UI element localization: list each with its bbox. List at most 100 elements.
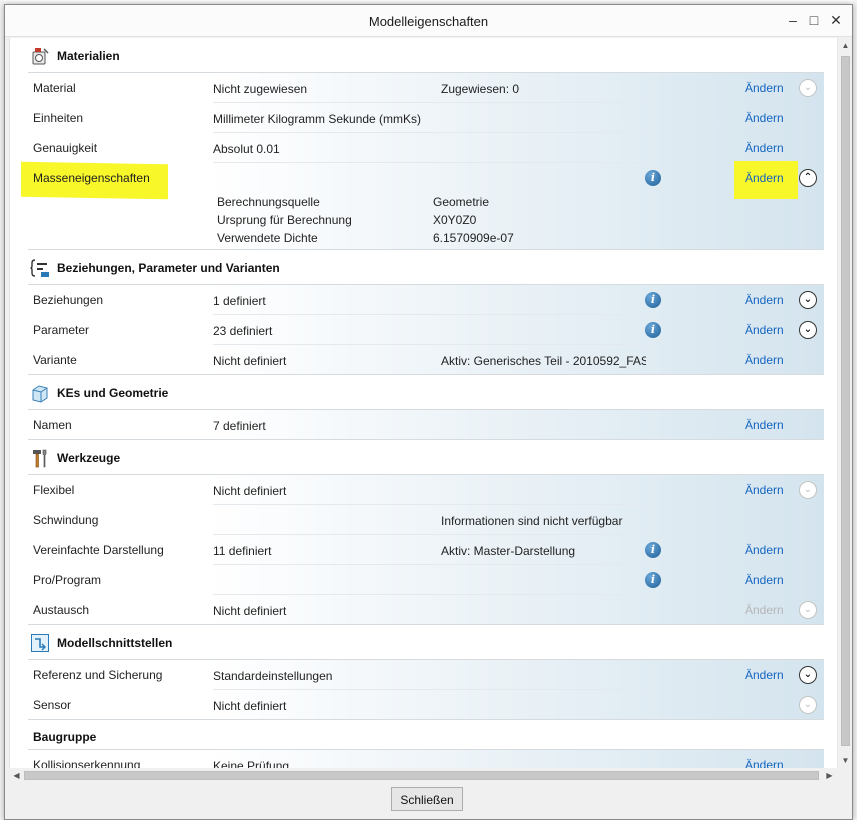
window-title: Modelleigenschaften	[368, 14, 489, 29]
vertical-scrollbar[interactable]: ▲ ▼	[837, 38, 852, 768]
features-icon	[32, 385, 48, 403]
row-value: Nicht definiert	[213, 699, 287, 713]
close-window-button[interactable]: ✕	[827, 12, 845, 28]
section-title: Baugruppe	[33, 730, 97, 744]
row-label: Flexibel	[33, 483, 75, 497]
row-value: Nicht zugewiesen	[213, 82, 308, 96]
section-materialien-body: Material Nicht zugewiesen Zugewiesen: 0 …	[21, 73, 824, 250]
section-title: Werkzeuge	[57, 451, 121, 465]
row-austausch: Austausch Nicht definiert Ändern ⌄	[28, 595, 824, 625]
row-pro-program: Pro/Program i Ändern	[28, 565, 824, 595]
title-bar: Modelleigenschaften – □ ✕	[5, 5, 852, 37]
detail-label: Ursprung für Berechnung	[217, 213, 352, 227]
row-value: Nicht definiert	[213, 354, 287, 368]
change-link[interactable]: Ändern	[745, 483, 784, 497]
chevron-down-icon[interactable]: ⌄	[799, 79, 817, 97]
scroll-left-icon[interactable]: ◀	[9, 768, 24, 783]
change-link[interactable]: Ändern	[745, 758, 784, 768]
scroll-up-icon[interactable]: ▲	[838, 38, 853, 53]
scrollbar-thumb[interactable]	[841, 56, 850, 746]
chevron-down-icon[interactable]: ⌄	[799, 601, 817, 619]
row-label: Vereinfachte Darstellung	[33, 543, 164, 557]
section-werkzeuge-body: Flexibel Nicht definiert Ändern ⌄ Schwin…	[28, 475, 824, 625]
info-icon[interactable]: i	[645, 542, 661, 558]
section-beziehungen-header: Beziehungen, Parameter und Varianten	[10, 250, 837, 285]
section-materialien-header: Materialien	[10, 38, 837, 73]
chevron-up-icon[interactable]: ⌃	[799, 169, 817, 187]
detail-value: 6.1570909e-07	[433, 231, 514, 245]
change-link[interactable]: Ändern	[745, 141, 784, 155]
row-label: Material	[33, 81, 76, 95]
row-secondary-value: Aktiv: Generisches Teil - 2010592_FAST-	[441, 354, 646, 368]
section-title: KEs und Geometrie	[57, 386, 169, 400]
row-label: Kollisionserkennung	[33, 758, 141, 768]
section-title: Beziehungen, Parameter und Varianten	[57, 261, 280, 275]
material-icon	[32, 48, 49, 65]
close-button[interactable]: Schließen	[391, 787, 463, 811]
row-value: Nicht definiert	[213, 484, 287, 498]
row-einheiten: Einheiten Millimeter Kilogramm Sekunde (…	[28, 103, 824, 133]
row-schwindung: Schwindung Informationen sind nicht verf…	[28, 505, 824, 535]
row-value: 11 definiert	[213, 544, 272, 558]
row-label: Einheiten	[33, 111, 84, 125]
row-label: Pro/Program	[33, 573, 102, 587]
info-icon[interactable]: i	[645, 170, 661, 186]
row-value: Standardeinstellungen	[213, 669, 333, 683]
change-link[interactable]: Ändern	[745, 573, 784, 587]
chevron-down-icon[interactable]: ⌄	[799, 696, 817, 714]
change-link[interactable]: Ändern	[745, 353, 784, 367]
section-title: Materialien	[57, 49, 120, 63]
change-link[interactable]: Ändern	[745, 111, 784, 125]
change-link-disabled: Ändern	[745, 603, 784, 617]
scrollbar-corner	[837, 768, 852, 783]
row-namen: Namen 7 definiert Ändern	[28, 410, 824, 440]
change-link[interactable]: Ändern	[745, 668, 784, 682]
row-kollisionserkennung: Kollisionserkennung Keine Prüfung Ändern	[28, 750, 824, 768]
change-link[interactable]: Ändern	[745, 293, 784, 307]
change-link[interactable]: Ändern	[745, 81, 784, 95]
relations-icon	[30, 259, 49, 277]
row-secondary-value: Zugewiesen: 0	[441, 82, 520, 96]
horizontal-scrollbar[interactable]: ◀ ▶	[9, 768, 837, 783]
row-label: Austausch	[33, 603, 90, 617]
info-icon[interactable]: i	[645, 322, 661, 338]
section-modellschnittstellen-header: Modellschnittstellen	[10, 625, 837, 660]
change-link[interactable]: Ändern	[745, 171, 784, 185]
change-link[interactable]: Ändern	[745, 543, 784, 557]
row-label: Beziehungen	[33, 293, 104, 307]
row-value: Nicht definiert	[213, 604, 287, 618]
chevron-down-icon[interactable]: ⌄	[799, 321, 817, 339]
row-material: Material Nicht zugewiesen Zugewiesen: 0 …	[28, 73, 824, 103]
row-value: 1 definiert	[213, 294, 266, 308]
scroll-down-icon[interactable]: ▼	[838, 753, 853, 768]
section-werkzeuge-header: Werkzeuge	[10, 440, 837, 475]
section-kes-header: KEs und Geometrie	[10, 375, 837, 410]
section-beziehungen-body: Beziehungen 1 definiert i Ändern ⌄ Param…	[28, 285, 824, 375]
chevron-down-icon[interactable]: ⌄	[799, 481, 817, 499]
scroll-right-icon[interactable]: ▶	[822, 768, 837, 783]
scrollbar-thumb[interactable]	[24, 771, 819, 780]
change-link[interactable]: Ändern	[745, 418, 784, 432]
row-parameter: Parameter 23 definiert i Ändern ⌄	[28, 315, 824, 345]
detail-label: Berechnungsquelle	[217, 195, 320, 209]
row-secondary-value: Informationen sind nicht verfügbar	[441, 514, 623, 528]
tools-icon	[33, 449, 47, 468]
section-title: Modellschnittstellen	[57, 636, 173, 650]
chevron-down-icon[interactable]: ⌄	[799, 291, 817, 309]
row-label: Masseneigenschaften	[33, 171, 150, 185]
chevron-down-icon[interactable]: ⌄	[799, 666, 817, 684]
info-icon[interactable]: i	[645, 292, 661, 308]
change-link[interactable]: Ändern	[745, 323, 784, 337]
row-label: Sensor	[33, 698, 72, 712]
row-value: 7 definiert	[213, 419, 266, 433]
model-properties-dialog: Modelleigenschaften – □ ✕ Materialien Ma…	[4, 4, 853, 820]
maximize-button[interactable]: □	[805, 12, 823, 28]
interfaces-icon	[31, 634, 49, 652]
section-kes-body: Namen 7 definiert Ändern	[28, 410, 824, 440]
row-value: Millimeter Kilogramm Sekunde (mmKs)	[213, 112, 422, 126]
minimize-button[interactable]: –	[784, 12, 802, 28]
info-icon[interactable]: i	[645, 572, 661, 588]
row-label: Referenz und Sicherung	[33, 668, 163, 682]
section-modellschnittstellen-body: Referenz und Sicherung Standardeinstellu…	[28, 660, 824, 720]
row-secondary-value: Aktiv: Master-Darstellung	[441, 544, 576, 558]
